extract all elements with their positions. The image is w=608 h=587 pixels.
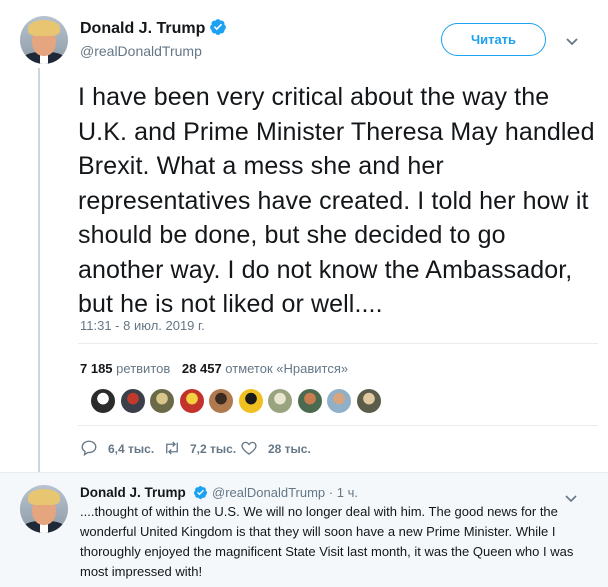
reply-icon [81,440,97,457]
liker-avatar-3[interactable] [149,388,175,414]
author-name[interactable]: Donald J. Trump [80,20,205,37]
retweets-label[interactable]: ретвитов [116,361,170,376]
likes-label[interactable]: отметок «Нравится» [225,361,348,376]
tweet-stats: 7 185 ретвитов 28 457 отметок «Нравится» [80,361,348,376]
chevron-down-icon[interactable] [566,33,578,51]
reply-time[interactable]: · 1 ч. [329,485,358,500]
likes-short-count: 28 тыс. [268,442,311,456]
reply-text: ....thought of within the U.S. We will n… [80,504,574,579]
verified-badge-icon [193,485,208,503]
author-name-row[interactable]: Donald J. Trump [80,18,227,41]
reply-author-handle[interactable]: @realDonaldTrump [212,485,325,500]
thread-line [38,68,40,480]
verified-badge-icon [209,18,227,41]
liker-avatar-8[interactable] [296,388,323,414]
liker-avatar-7[interactable] [267,388,293,414]
reply-author-avatar[interactable] [20,485,68,533]
liker-avatar-5[interactable] [208,388,234,414]
tweet-timestamp[interactable]: 11:31 - 8 июл. 2019 г. [80,318,205,333]
heart-icon [241,441,257,455]
liker-avatar-q[interactable] [90,388,116,414]
tweet-text: I have been very critical about the way … [78,83,595,318]
likes-count[interactable]: 28 457 [182,361,222,376]
retweet-icon [166,441,178,455]
divider [78,343,598,344]
reply-author-name[interactable]: Donald J. Trump [80,485,186,500]
retweets-count[interactable]: 7 185 [80,361,113,376]
liker-avatar-10[interactable] [355,388,382,414]
replies-count: 6,4 тыс. [108,442,155,456]
liker-avatar-4[interactable] [178,388,205,414]
liker-avatar-2[interactable] [119,388,146,414]
author-handle[interactable]: @realDonaldTrump [80,43,202,59]
divider [78,425,598,426]
liker-avatar-9[interactable] [326,388,352,414]
follow-button[interactable]: Читать [441,23,546,56]
liker-avatar-6[interactable] [237,388,264,414]
retweets-short-count: 7,2 тыс. [190,442,237,456]
author-avatar[interactable] [20,16,68,64]
reply-header: Donald J. Trump @realDonaldTrump · 1 ч. [80,485,358,503]
